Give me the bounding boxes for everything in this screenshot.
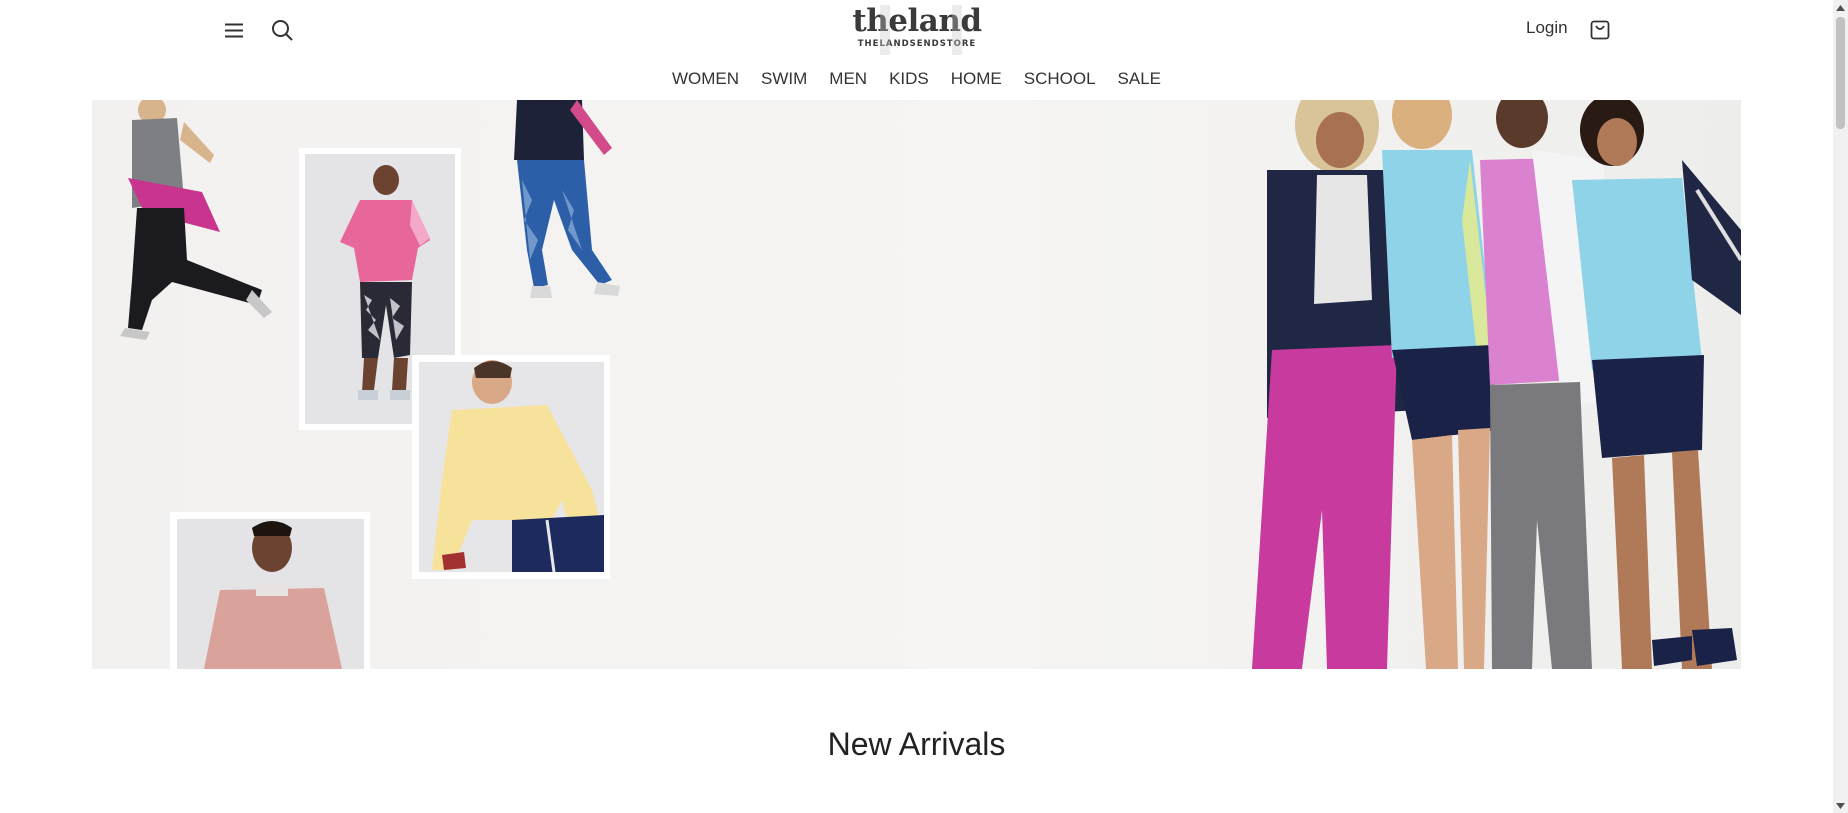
- hamburger-menu-icon: [225, 23, 243, 38]
- nav-item-school[interactable]: SCHOOL: [1013, 66, 1107, 92]
- nav-item-swim[interactable]: SWIM: [750, 66, 818, 92]
- nav-item-women[interactable]: WOMEN: [661, 66, 750, 92]
- scroll-down-button[interactable]: [1833, 798, 1848, 813]
- logo-decoration: [880, 5, 890, 55]
- nav-item-men[interactable]: MEN: [818, 66, 878, 92]
- nav-item-kids[interactable]: KIDS: [878, 66, 940, 92]
- hero-banner[interactable]: [92, 100, 1741, 669]
- scroll-thumb[interactable]: [1836, 17, 1845, 129]
- cart-button[interactable]: [1586, 16, 1614, 44]
- nav-item-sale[interactable]: SALE: [1107, 66, 1172, 92]
- logo-subtitle: THELANDSENDSTORE: [857, 39, 977, 49]
- shopping-bag-icon: [1590, 20, 1610, 40]
- nav-item-home[interactable]: HOME: [940, 66, 1013, 92]
- page: theland THELANDSENDSTORE Login WOMEN SWI…: [0, 0, 1833, 813]
- site-header: theland THELANDSENDSTORE Login WOMEN SWI…: [0, 0, 1833, 100]
- arrow-down-icon: [1836, 802, 1845, 809]
- logo-decoration: [952, 5, 962, 55]
- search-icon: [272, 20, 293, 41]
- page-scrollbar[interactable]: [1833, 0, 1848, 813]
- hero-collage-image: [92, 100, 1741, 669]
- scroll-up-button[interactable]: [1833, 0, 1848, 15]
- new-arrivals-heading: New Arrivals: [827, 726, 1006, 762]
- search-button[interactable]: [268, 16, 296, 44]
- logo-wordmark: theland: [852, 3, 982, 39]
- menu-button[interactable]: [220, 16, 248, 44]
- login-link[interactable]: Login: [1526, 18, 1568, 38]
- main-nav: WOMEN SWIM MEN KIDS HOME SCHOOL SALE: [0, 66, 1833, 92]
- site-logo[interactable]: theland THELANDSENDSTORE: [852, 2, 982, 56]
- arrow-up-icon: [1836, 4, 1845, 11]
